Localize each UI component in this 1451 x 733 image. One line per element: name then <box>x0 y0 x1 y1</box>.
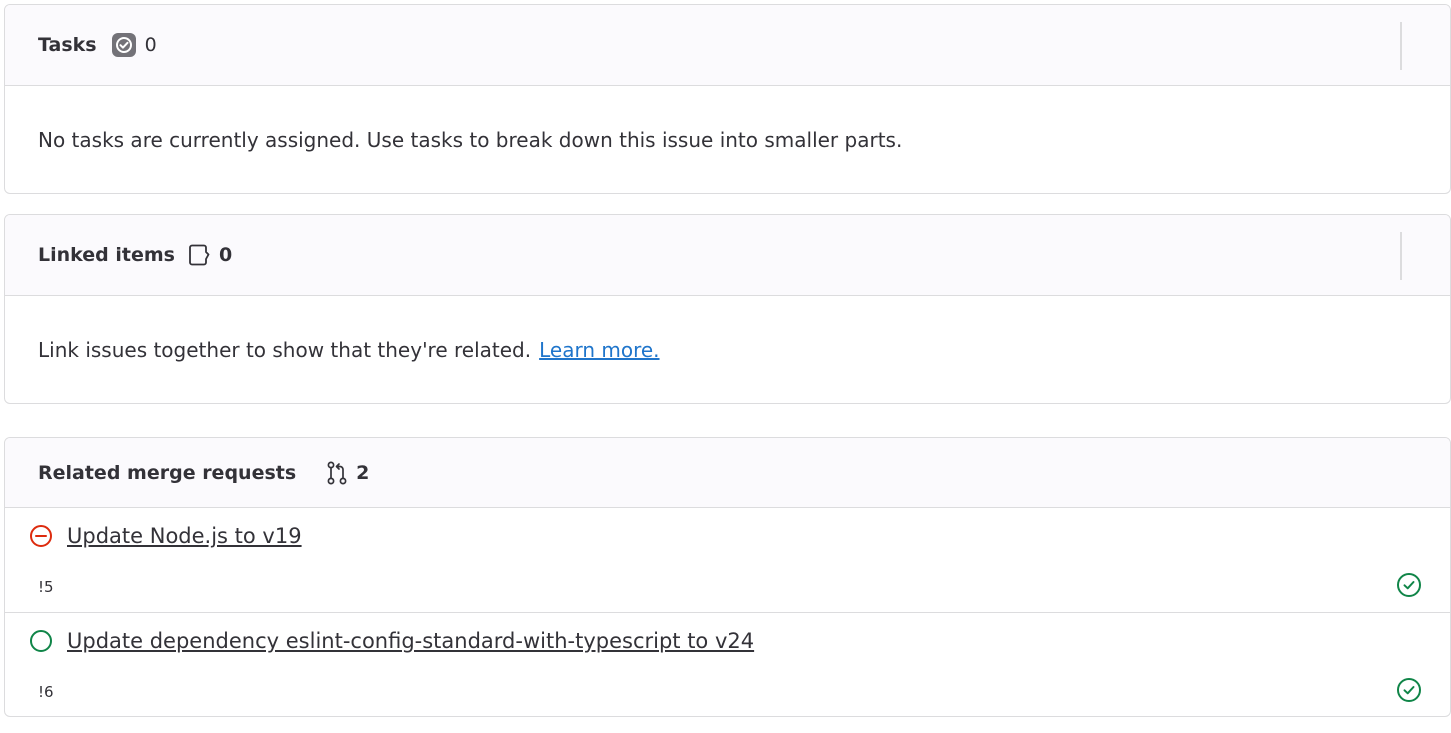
merge-request-item[interactable]: Update dependency eslint-config-standard… <box>5 613 1450 716</box>
header-divider <box>1400 232 1402 280</box>
linked-items-body: Link issues together to show that they'r… <box>5 296 1450 403</box>
tasks-header: Tasks 0 <box>5 5 1450 86</box>
tasks-title: Tasks <box>38 34 97 56</box>
tasks-card: Tasks 0 No tasks are currently assigned.… <box>4 4 1451 194</box>
header-divider <box>1400 22 1402 70</box>
issue-link-icon <box>189 243 211 267</box>
merge-request-reference: !5 <box>38 578 54 596</box>
learn-more-link[interactable]: Learn more. <box>539 338 659 362</box>
merge-requests-title: Related merge requests <box>38 461 297 484</box>
merge-request-title-link[interactable]: Update Node.js to v19 <box>67 524 302 548</box>
merge-request-title-line: Update Node.js to v19 <box>29 508 1450 564</box>
status-success-icon[interactable] <box>1396 572 1422 598</box>
linked-items-header: Linked items 0 <box>5 215 1450 296</box>
linked-items-text: Link issues together to show that they'r… <box>38 337 532 362</box>
tasks-empty-text: No tasks are currently assigned. Use tas… <box>38 127 903 152</box>
status-open-icon <box>29 629 53 653</box>
tasks-empty-state: No tasks are currently assigned. Use tas… <box>5 86 1450 193</box>
merge-request-icon <box>326 461 348 485</box>
status-closed-icon <box>29 524 53 548</box>
status-success-icon[interactable] <box>1396 677 1422 703</box>
merge-request-title-link[interactable]: Update dependency eslint-config-standard… <box>67 629 754 653</box>
merge-request-title-line: Update dependency eslint-config-standard… <box>29 613 1450 669</box>
tasks-count: 0 <box>144 34 157 56</box>
merge-requests-header: Related merge requests 2 <box>5 438 1450 508</box>
related-merge-requests-card: Related merge requests 2 Update Node.js … <box>4 437 1451 717</box>
task-done-icon <box>111 32 137 58</box>
linked-items-count: 0 <box>218 244 233 266</box>
merge-requests-count: 2 <box>356 461 370 484</box>
linked-items-card: Linked items 0 Link issues together to s… <box>4 214 1451 404</box>
merge-request-item[interactable]: Update Node.js to v19 !5 <box>5 508 1450 613</box>
linked-items-title: Linked items <box>38 244 175 266</box>
merge-request-reference: !6 <box>38 683 54 701</box>
